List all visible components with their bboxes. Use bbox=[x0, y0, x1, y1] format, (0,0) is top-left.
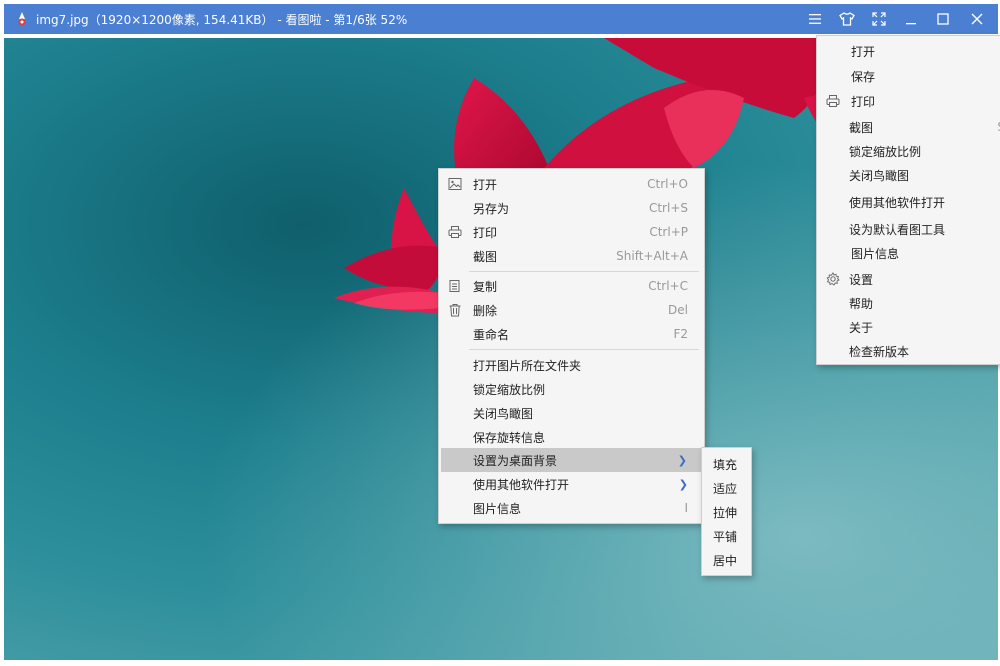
maximize-icon bbox=[937, 13, 949, 25]
main-menu-open-with[interactable]: 使用其他软件打开 bbox=[817, 190, 1000, 214]
menu-item-delete[interactable]: 删除 Del bbox=[439, 298, 704, 322]
menu-item-image-info[interactable]: 图片信息 I bbox=[439, 496, 704, 520]
title-bar: img7.jpg（1920×1200像素, 154.41KB） - 看图啦 - … bbox=[4, 4, 998, 34]
wallpaper-submenu: 填充 适应 拉伸 平铺 居中 bbox=[701, 447, 752, 576]
menu-item-close-birdview[interactable]: 关闭鸟瞰图 bbox=[439, 401, 704, 425]
submenu-item-tile[interactable]: 平铺 bbox=[702, 524, 751, 548]
close-button[interactable] bbox=[962, 4, 992, 34]
main-menu-save[interactable]: 保存 bbox=[817, 64, 1000, 88]
menu-item-save-as[interactable]: 另存为 Ctrl+S bbox=[439, 196, 704, 220]
main-menu: 打开 保存 打印 截图 S 锁定缩放比例 关闭鸟瞰图 使用其他软件打开 设为默认… bbox=[816, 35, 1000, 365]
context-menu: 打开 Ctrl+O 另存为 Ctrl+S 打印 Ctrl+P 截图 Shift+… bbox=[438, 168, 705, 524]
copy-icon bbox=[447, 278, 463, 294]
close-icon bbox=[971, 13, 983, 25]
maximize-button[interactable] bbox=[928, 4, 958, 34]
minimize-icon bbox=[906, 23, 916, 25]
menu-item-save-rotation[interactable]: 保存旋转信息 bbox=[439, 425, 704, 449]
chevron-right-icon: ❯ bbox=[678, 477, 688, 491]
submenu-item-fill[interactable]: 填充 bbox=[702, 452, 751, 476]
main-menu-screenshot[interactable]: 截图 S bbox=[817, 115, 1000, 139]
skin-button[interactable] bbox=[832, 4, 862, 34]
window-title: img7.jpg（1920×1200像素, 154.41KB） - 看图啦 - … bbox=[36, 13, 408, 27]
chevron-right-icon: ❯ bbox=[677, 453, 687, 467]
main-menu-print[interactable]: 打印 bbox=[817, 89, 1000, 113]
main-menu-open[interactable]: 打开 bbox=[817, 39, 1000, 63]
menu-item-open-with[interactable]: 使用其他软件打开 ❯ bbox=[439, 472, 704, 496]
main-menu-help[interactable]: 帮助 bbox=[817, 291, 1000, 315]
main-menu-image-info[interactable]: 图片信息 bbox=[817, 241, 1000, 265]
hamburger-menu-icon bbox=[809, 14, 821, 24]
menu-item-set-wallpaper[interactable]: 设置为桌面背景 ❯ bbox=[441, 448, 703, 472]
menu-item-print[interactable]: 打印 Ctrl+P bbox=[439, 220, 704, 244]
menu-item-copy[interactable]: 复制 Ctrl+C bbox=[439, 274, 704, 298]
menu-item-lock-zoom[interactable]: 锁定缩放比例 bbox=[439, 377, 704, 401]
printer-icon bbox=[825, 93, 841, 109]
main-menu-about[interactable]: 关于 bbox=[817, 315, 1000, 339]
printer-icon bbox=[447, 224, 463, 240]
menu-separator bbox=[469, 271, 699, 272]
expand-arrows-icon bbox=[872, 12, 886, 26]
app-logo-icon bbox=[14, 11, 30, 27]
menu-item-open[interactable]: 打开 Ctrl+O bbox=[439, 172, 704, 196]
main-menu-close-birdview[interactable]: 关闭鸟瞰图 bbox=[817, 163, 1000, 187]
submenu-item-center[interactable]: 居中 bbox=[702, 548, 751, 572]
main-menu-set-default[interactable]: 设为默认看图工具 bbox=[817, 217, 1000, 241]
main-menu-check-update[interactable]: 检查新版本 bbox=[817, 339, 1000, 363]
menu-item-open-folder[interactable]: 打开图片所在文件夹 bbox=[439, 353, 704, 377]
menu-button[interactable] bbox=[800, 4, 830, 34]
fullscreen-button[interactable] bbox=[864, 4, 894, 34]
minimize-button[interactable] bbox=[896, 4, 926, 34]
menu-separator bbox=[469, 349, 699, 350]
tshirt-skin-icon bbox=[839, 12, 855, 26]
gear-icon bbox=[825, 271, 841, 287]
menu-item-screenshot[interactable]: 截图 Shift+Alt+A bbox=[439, 244, 704, 268]
image-icon bbox=[447, 176, 463, 192]
menu-item-rename[interactable]: 重命名 F2 bbox=[439, 322, 704, 346]
submenu-item-fit[interactable]: 适应 bbox=[702, 476, 751, 500]
main-menu-lock-zoom[interactable]: 锁定缩放比例 bbox=[817, 139, 1000, 163]
submenu-item-stretch[interactable]: 拉伸 bbox=[702, 500, 751, 524]
trash-icon bbox=[447, 302, 463, 318]
main-menu-settings[interactable]: 设置 bbox=[817, 267, 1000, 291]
